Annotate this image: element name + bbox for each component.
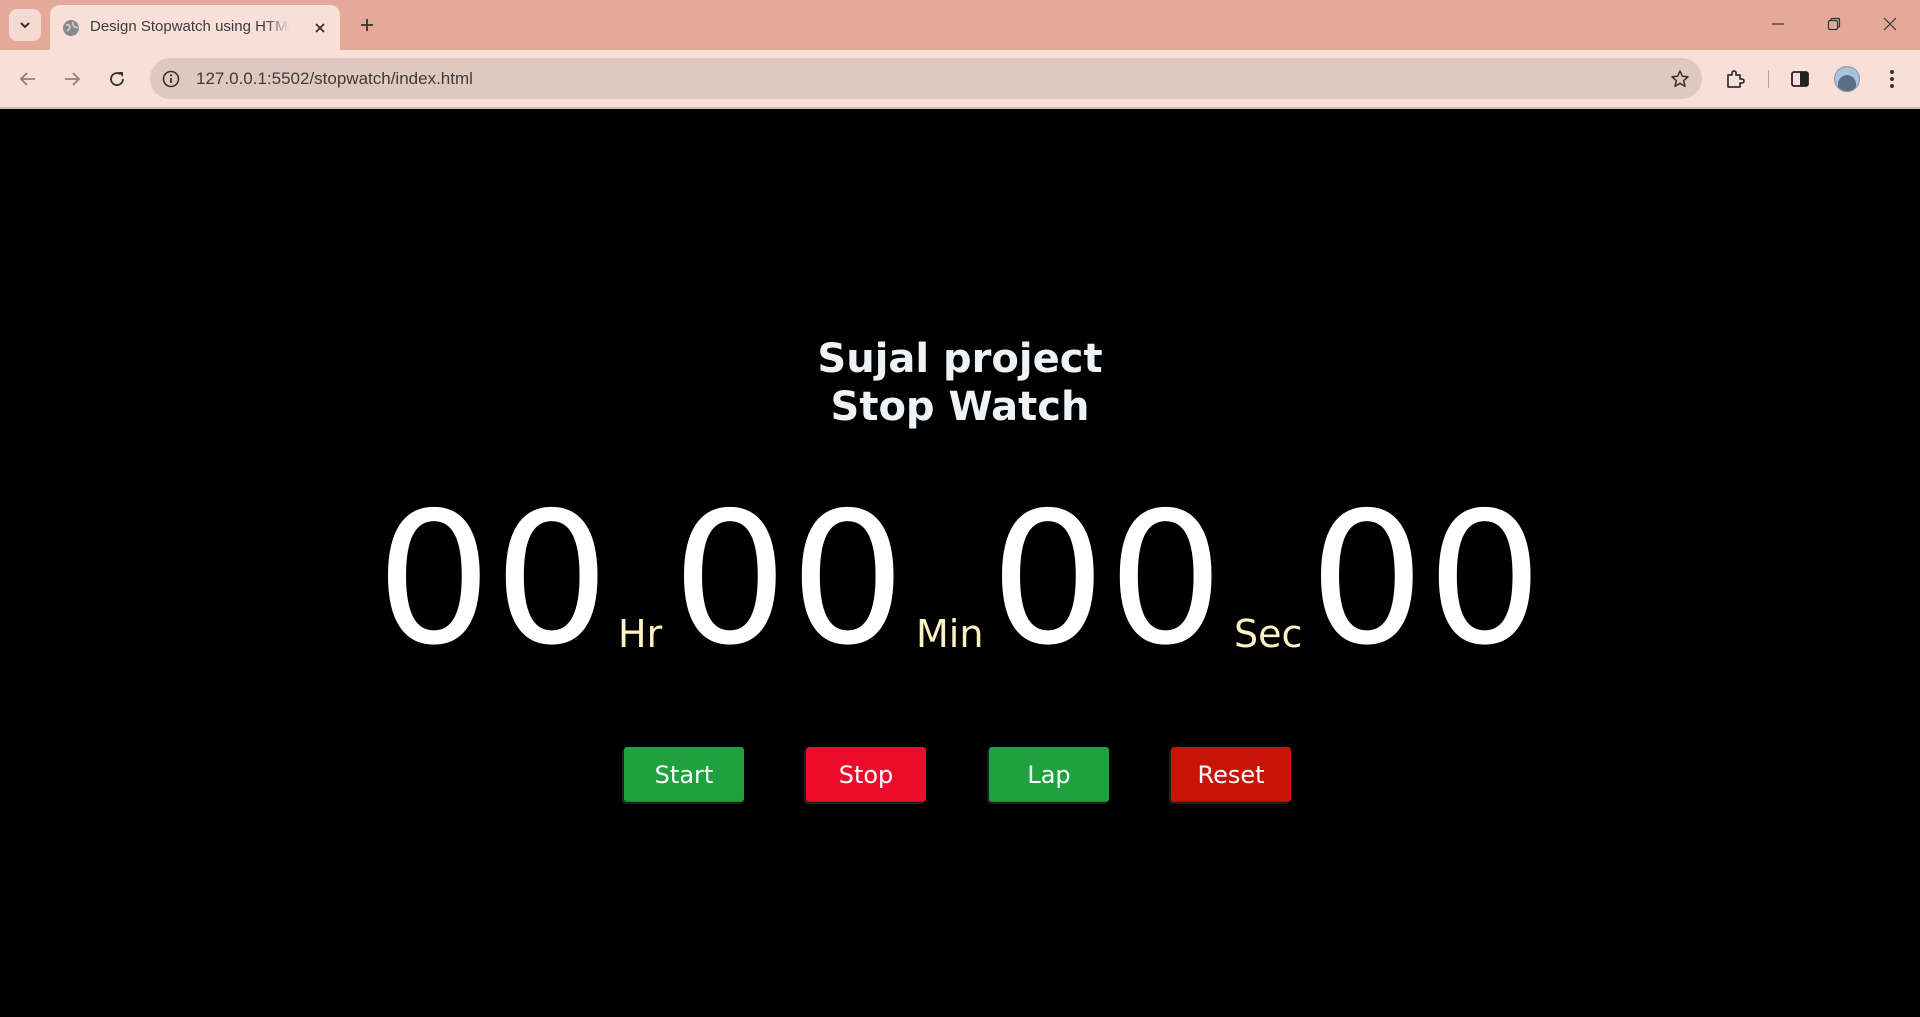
plus-icon (361, 19, 373, 31)
stopwatch-display: 00 Hr 00 Min 00 Sec 00 (376, 479, 1556, 679)
site-info-button[interactable] (160, 68, 182, 90)
heading-line-2: Stop Watch (830, 384, 1090, 430)
new-tab-button[interactable] (351, 9, 383, 41)
star-icon (1671, 70, 1689, 88)
hours-display: 00 (376, 473, 612, 685)
forward-icon (65, 72, 81, 86)
restore-button[interactable] (1806, 0, 1862, 48)
extensions-icon (1727, 70, 1745, 88)
more-icon (1890, 70, 1894, 88)
back-button[interactable] (10, 61, 46, 97)
reload-button[interactable] (99, 61, 135, 97)
close-window-icon (1883, 17, 1897, 31)
menu-button[interactable] (1874, 61, 1910, 97)
reload-icon (110, 72, 124, 86)
stop-button[interactable]: Stop (806, 747, 926, 802)
side-panel-icon (1791, 71, 1809, 87)
hours-unit-label: Hr (618, 612, 663, 656)
tab-strip: Design Stopwatch using HTML C (0, 0, 1920, 50)
side-panel-button[interactable] (1782, 61, 1818, 97)
seconds-unit-label: Sec (1234, 612, 1303, 656)
globe-icon (63, 20, 79, 36)
minutes-display: 00 (672, 473, 908, 685)
bookmark-button[interactable] (1668, 67, 1692, 91)
tab-close-button[interactable] (310, 18, 330, 38)
centiseconds-display: 00 (1309, 473, 1545, 685)
tab-active[interactable]: Design Stopwatch using HTML C (50, 5, 340, 50)
browser-toolbar: 127.0.0.1:5502/stopwatch/index.html (0, 50, 1920, 107)
close-window-button[interactable] (1862, 0, 1918, 48)
forward-button[interactable] (54, 61, 90, 97)
tab-title: Design Stopwatch using HTML C (90, 18, 290, 35)
tab-search-button[interactable] (9, 9, 41, 41)
minimize-icon (1772, 23, 1784, 25)
profile-button[interactable] (1829, 61, 1865, 97)
close-icon (315, 23, 325, 33)
url-text[interactable]: 127.0.0.1:5502/stopwatch/index.html (196, 69, 473, 89)
toolbar-separator (1768, 70, 1769, 88)
reset-button[interactable]: Reset (1171, 747, 1291, 802)
lap-button[interactable]: Lap (989, 747, 1109, 802)
minutes-unit-label: Min (916, 612, 984, 656)
heading-line-1: Sujal project (817, 336, 1103, 382)
seconds-display: 00 (990, 473, 1226, 685)
restore-icon (1827, 17, 1841, 31)
minimize-button[interactable] (1750, 0, 1806, 48)
avatar (1834, 66, 1860, 92)
browser-chrome: Design Stopwatch using HTML C 127.0.0.1:… (0, 0, 1920, 109)
chevron-down-icon (20, 22, 30, 29)
extensions-button[interactable] (1717, 61, 1753, 97)
back-icon (19, 72, 35, 86)
address-bar[interactable]: 127.0.0.1:5502/stopwatch/index.html (150, 58, 1702, 99)
page-title: Sujal project Stop Watch (0, 335, 1920, 431)
page-content: Sujal project Stop Watch 00 Hr 00 Min 00… (0, 109, 1920, 1017)
start-button[interactable]: Start (624, 747, 744, 802)
info-icon (162, 70, 180, 88)
